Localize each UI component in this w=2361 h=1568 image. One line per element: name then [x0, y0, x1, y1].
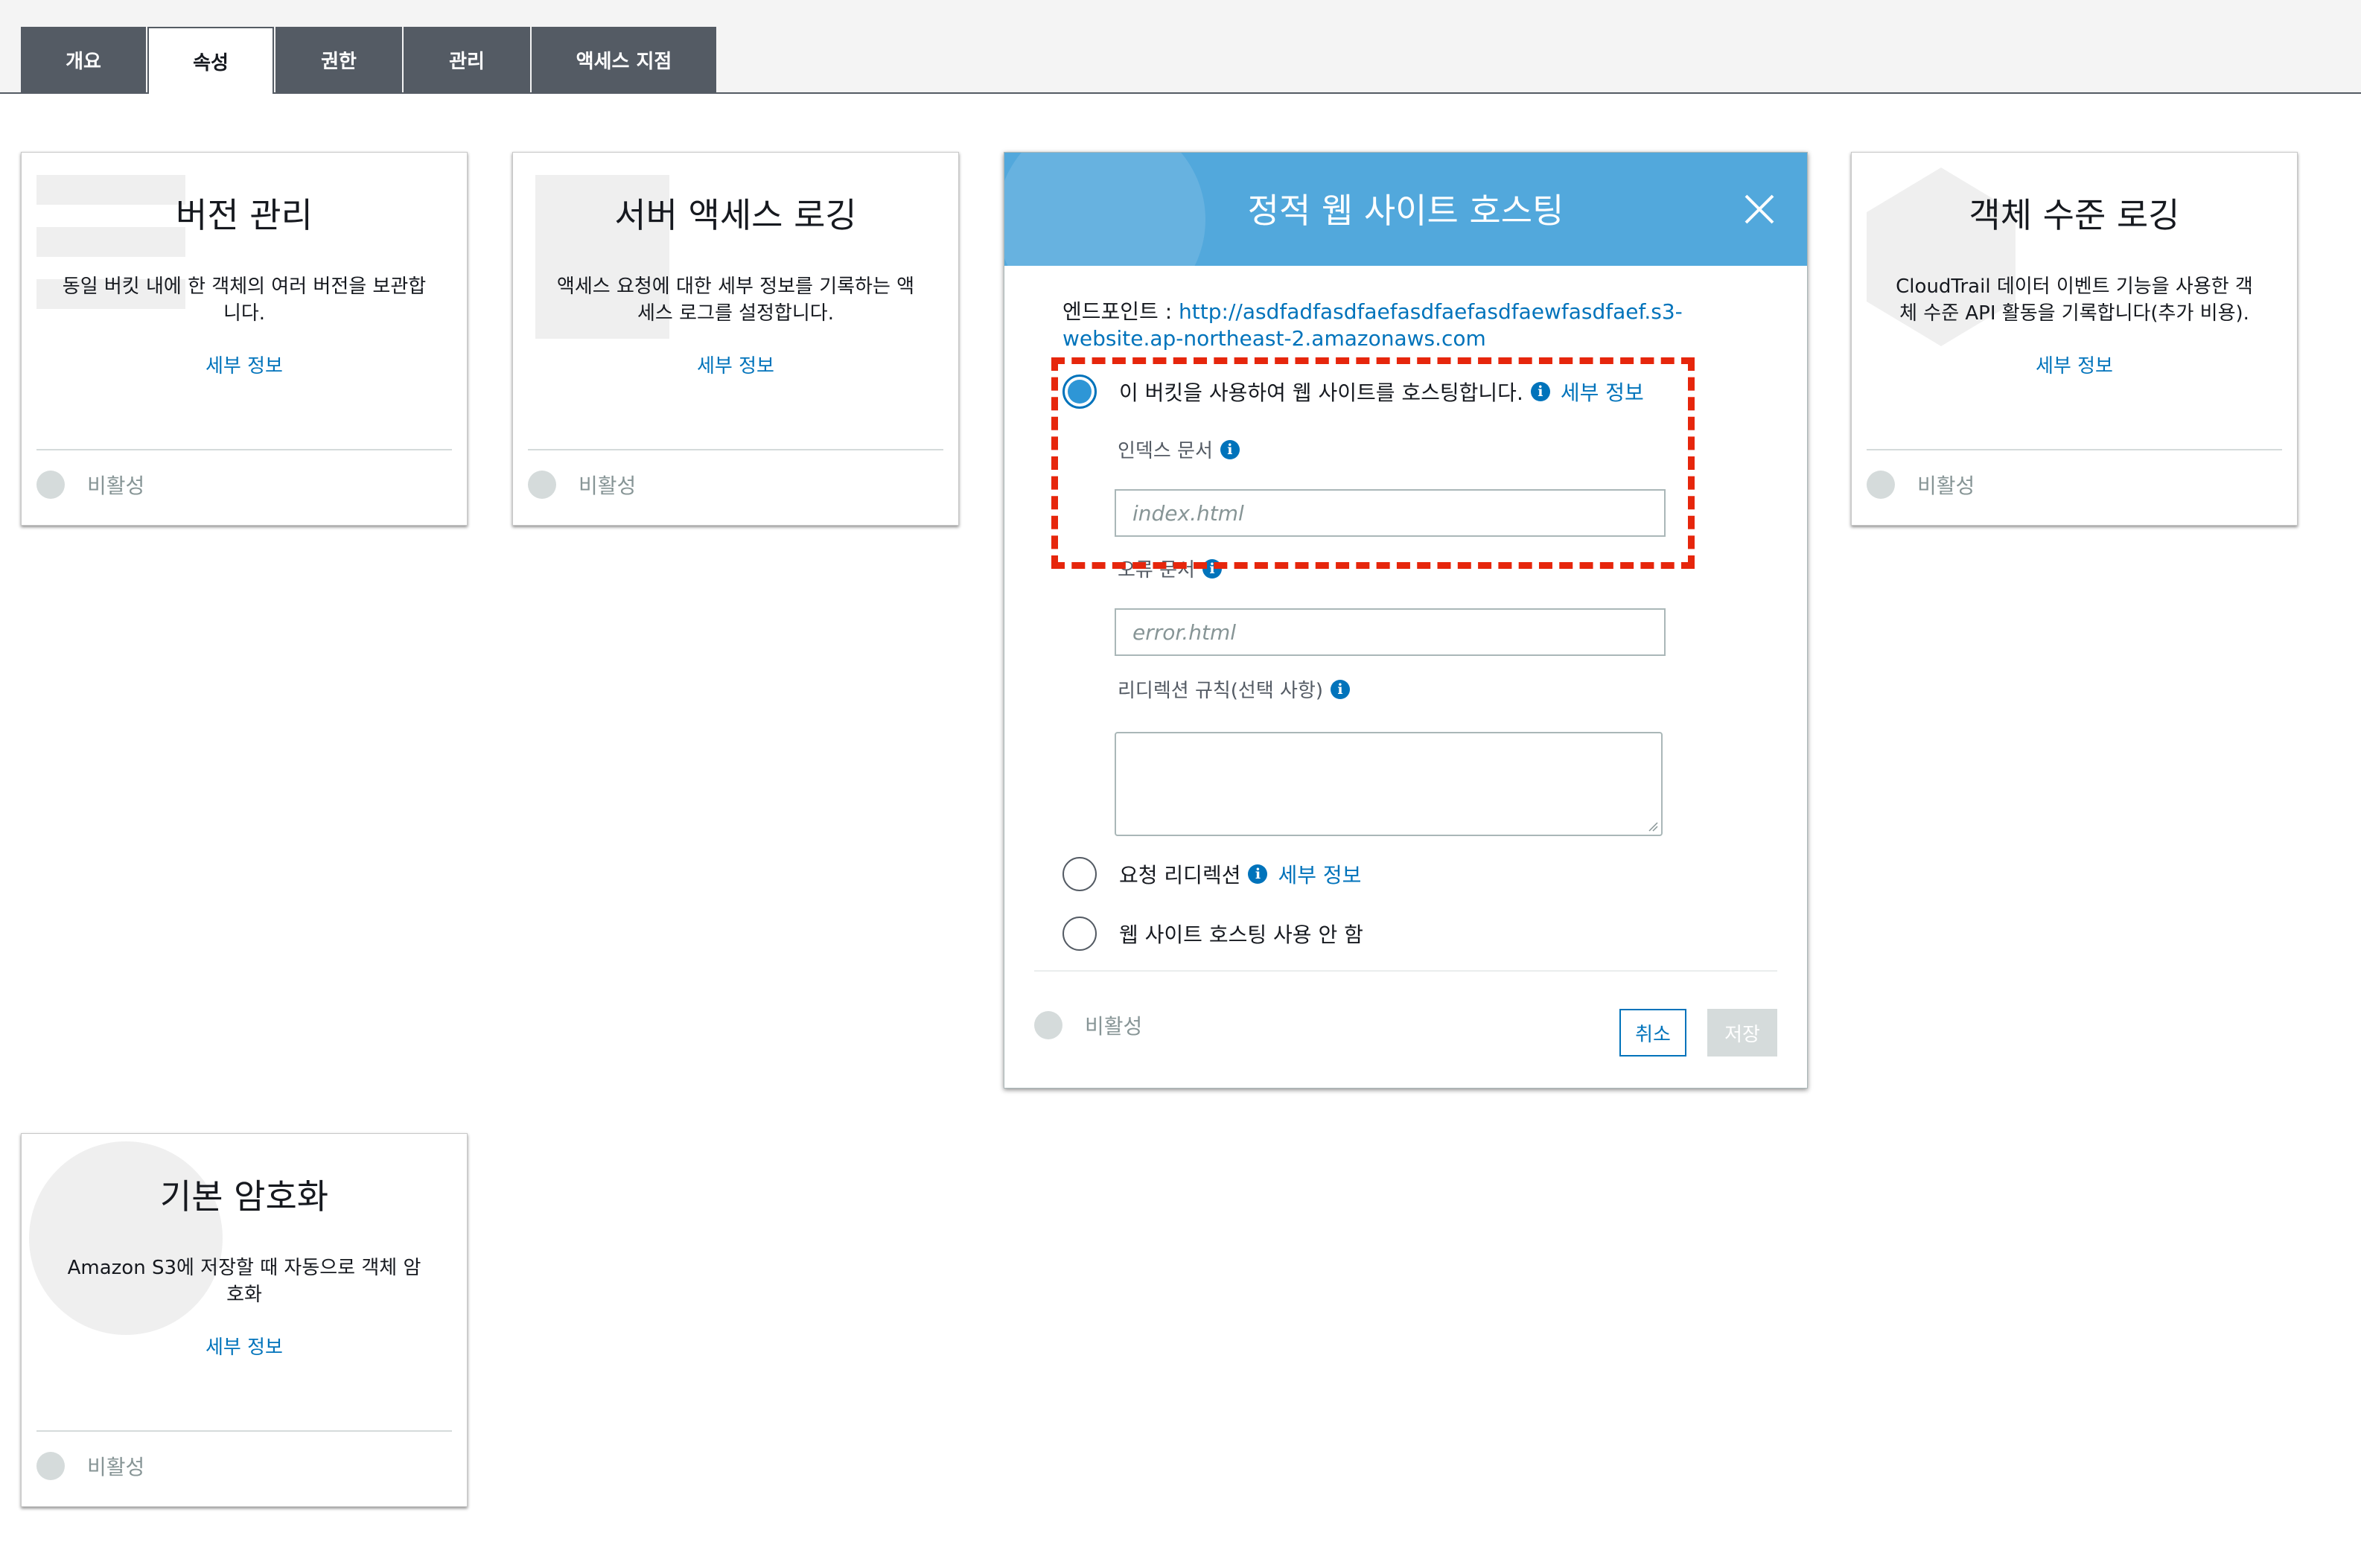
- card-title: 기본 암호화: [159, 1176, 329, 1217]
- info-icon[interactable]: i: [1530, 382, 1550, 401]
- card-status: 비활성: [36, 470, 144, 500]
- status-text: 비활성: [1085, 1014, 1143, 1039]
- details-link[interactable]: 세부 정보: [1278, 859, 1361, 889]
- error-document-label-text: 오류 문서: [1118, 559, 1195, 581]
- error-document-label: 오류 문서 i: [1118, 555, 1222, 582]
- details-link[interactable]: 세부 정보: [1852, 351, 2297, 378]
- status-text: 비활성: [579, 474, 637, 498]
- endpoint: 엔드포인트 : http://asdfadfasdfaefasdfaefasdf…: [1062, 299, 1762, 352]
- card-title: 버전 관리: [176, 195, 313, 235]
- card-divider: [1867, 449, 2282, 450]
- card-divider: [36, 1430, 452, 1432]
- info-icon[interactable]: i: [1220, 439, 1240, 459]
- server-access-logging-card[interactable]: 서버 액세스 로깅 액세스 요청에 대한 세부 정보를 기록하는 액세스 로그를…: [512, 152, 959, 526]
- status-dot-icon: [36, 1452, 65, 1480]
- close-icon[interactable]: [1742, 191, 1777, 227]
- versioning-card[interactable]: 버전 관리 동일 버킷 내에 한 객체의 여러 버전을 보관합니다. 세부 정보…: [21, 152, 468, 526]
- info-icon[interactable]: i: [1202, 558, 1222, 579]
- details-link[interactable]: 세부 정보: [22, 351, 467, 378]
- resize-grip-icon[interactable]: [1648, 821, 1658, 832]
- details-link[interactable]: 세부 정보: [22, 1332, 467, 1360]
- radio-host-website[interactable]: [1062, 375, 1097, 409]
- panel-status: 비활성: [1034, 1010, 1142, 1040]
- tab-overview[interactable]: 개요: [21, 27, 146, 92]
- card-description: CloudTrail 데이터 이벤트 기능을 사용한 객체 수준 API 활동을…: [1896, 275, 2253, 325]
- object-level-logging-card[interactable]: 객체 수준 로깅 CloudTrail 데이터 이벤트 기능을 사용한 객체 수…: [1851, 152, 2298, 526]
- panel-divider: [1034, 970, 1777, 972]
- status-dot-icon: [1867, 471, 1895, 499]
- card-status: 비활성: [36, 1451, 144, 1481]
- redirection-rules-textarea[interactable]: [1115, 732, 1663, 836]
- option-redirect-requests[interactable]: 요청 리디렉션 i 세부 정보: [1062, 857, 1361, 891]
- option-host-website[interactable]: 이 버킷을 사용하여 웹 사이트를 호스팅합니다. i 세부 정보: [1062, 375, 1644, 409]
- details-link[interactable]: 세부 정보: [513, 351, 958, 378]
- error-document-input[interactable]: error.html: [1115, 608, 1666, 656]
- save-button[interactable]: 저장: [1707, 1009, 1777, 1057]
- details-link[interactable]: 세부 정보: [1561, 377, 1644, 407]
- status-text: 비활성: [87, 474, 145, 498]
- option-disable-hosting[interactable]: 웹 사이트 호스팅 사용 안 함: [1062, 917, 1363, 951]
- radio-redirect-requests[interactable]: [1062, 857, 1097, 891]
- card-description: 액세스 요청에 대한 세부 정보를 기록하는 액세스 로그를 설정합니다.: [556, 275, 915, 325]
- tab-properties[interactable]: 속성: [147, 27, 274, 94]
- panel-title: 정적 웹 사이트 호스팅: [1247, 191, 1564, 231]
- card-divider: [36, 449, 452, 450]
- endpoint-label: 엔드포인트 :: [1062, 299, 1179, 324]
- status-dot-icon: [1034, 1011, 1062, 1039]
- card-description: 동일 버킷 내에 한 객체의 여러 버전을 보관합니다.: [62, 275, 427, 325]
- panel-header: 정적 웹 사이트 호스팅: [1004, 153, 1807, 266]
- static-website-hosting-panel: 정적 웹 사이트 호스팅 엔드포인트 : http://asdfadfasdfa…: [1004, 152, 1808, 1089]
- cancel-button[interactable]: 취소: [1619, 1009, 1686, 1057]
- index-document-label-text: 인덱스 문서: [1118, 440, 1213, 462]
- option-host-label: 이 버킷을 사용하여 웹 사이트를 호스팅합니다.: [1119, 380, 1523, 405]
- default-encryption-card[interactable]: 기본 암호화 Amazon S3에 저장할 때 자동으로 객체 암호화 세부 정…: [21, 1133, 468, 1507]
- index-document-input[interactable]: index.html: [1115, 489, 1666, 537]
- index-document-label: 인덱스 문서 i: [1118, 436, 1240, 463]
- status-text: 비활성: [1917, 474, 1975, 498]
- card-status: 비활성: [1867, 470, 1975, 500]
- card-status: 비활성: [528, 470, 636, 500]
- tab-permissions[interactable]: 권한: [275, 27, 402, 92]
- status-dot-icon: [528, 471, 556, 499]
- redirection-rules-label: 리디렉션 규칙(선택 사항) i: [1118, 675, 1351, 703]
- radio-disable-hosting[interactable]: [1062, 917, 1097, 951]
- option-disable-label: 웹 사이트 호스팅 사용 안 함: [1119, 922, 1363, 947]
- info-icon[interactable]: i: [1248, 864, 1268, 884]
- status-text: 비활성: [87, 1455, 145, 1479]
- card-description: Amazon S3에 저장할 때 자동으로 객체 암호화: [67, 1257, 421, 1306]
- tab-bar: 개요 속성 권한 관리 액세스 지점: [0, 0, 2361, 94]
- card-title: 서버 액세스 로깅: [614, 195, 857, 235]
- redirection-rules-label-text: 리디렉션 규칙(선택 사항): [1118, 680, 1324, 702]
- option-redirect-label: 요청 리디렉션: [1119, 863, 1241, 887]
- info-icon[interactable]: i: [1331, 679, 1351, 699]
- card-divider: [528, 449, 943, 450]
- card-title: 객체 수준 로깅: [1969, 195, 2180, 235]
- status-dot-icon: [36, 471, 65, 499]
- tab-management[interactable]: 관리: [404, 27, 530, 92]
- tab-access-points[interactable]: 액세스 지점: [532, 27, 716, 92]
